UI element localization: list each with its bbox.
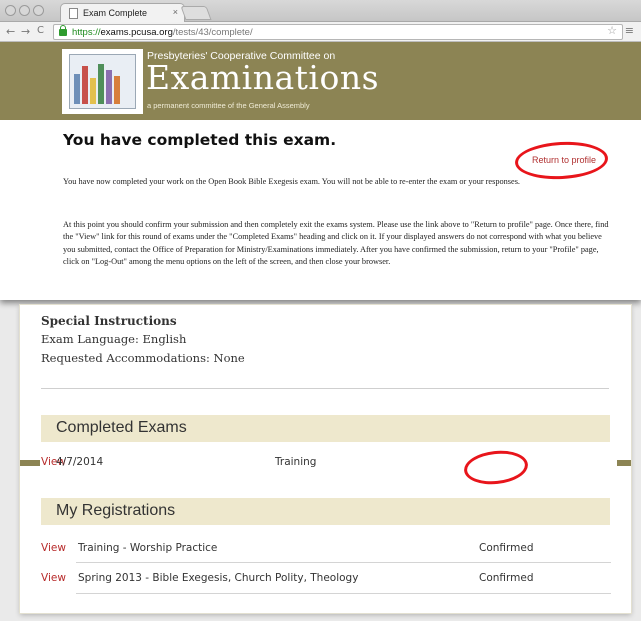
tab-close-icon[interactable]: × <box>173 7 178 17</box>
tab-title: Exam Complete <box>83 8 148 18</box>
url-path: /tests/43/complete/ <box>172 27 253 38</box>
registration-status: Confirmed <box>479 542 534 554</box>
divider <box>41 388 609 389</box>
url-domain: exams.pcusa.org <box>100 27 173 38</box>
lock-icon <box>59 25 67 36</box>
url-input[interactable]: https://exams.pcusa.org/tests/43/complet… <box>53 24 623 40</box>
banner-tagline: a permanent committee of the General Ass… <box>147 101 310 110</box>
tab-exam-complete[interactable]: Exam Complete × <box>60 3 185 22</box>
table-row: Spring 2013 - Bible Exegesis, Church Pol… <box>41 572 610 584</box>
completed-exams-heading: Completed Exams <box>41 415 610 442</box>
my-registrations-heading: My Registrations <box>41 498 610 525</box>
banner-edge-right <box>617 460 631 466</box>
requested-accommodations: Requested Accommodations: None <box>41 351 245 365</box>
tab-bar: Exam Complete × <box>0 0 641 22</box>
exam-date: 4/7/2014 <box>56 456 104 468</box>
highlight-circle <box>462 447 530 488</box>
banner-edge-left <box>20 460 40 466</box>
books-logo-image <box>69 54 136 109</box>
minimize-window-button[interactable] <box>19 5 30 16</box>
exam-language: Exam Language: English <box>41 332 187 346</box>
page-title: You have completed this exam. <box>63 131 337 149</box>
url-scheme: https:// <box>72 27 101 38</box>
exam-name: Training <box>275 456 317 468</box>
view-registration-link[interactable]: View <box>41 572 66 584</box>
reload-icon[interactable]: C <box>37 25 44 36</box>
new-tab-button[interactable] <box>180 6 212 20</box>
window-controls <box>5 5 44 16</box>
registration-name: Spring 2013 - Bible Exegesis, Church Pol… <box>78 572 359 584</box>
row-separator <box>76 562 611 563</box>
browser-window: Exam Complete × ← → C https://exams.pcus… <box>0 0 641 300</box>
menu-icon[interactable]: ≡ <box>625 24 634 37</box>
bookmark-star-icon[interactable]: ☆ <box>607 24 617 37</box>
site-banner: Presbyteries' Cooperative Committee on E… <box>0 42 641 120</box>
zoom-window-button[interactable] <box>33 5 44 16</box>
page-icon <box>69 8 78 19</box>
close-window-button[interactable] <box>5 5 16 16</box>
table-row: Training - Worship Practice Confirmed Vi… <box>41 542 610 554</box>
instructions-paragraph: At this point you should confirm your su… <box>63 220 609 266</box>
profile-page: Special Instructions Exam Language: Engl… <box>20 305 631 613</box>
banner-title: Examinations <box>146 58 380 97</box>
address-bar: ← → C https://exams.pcusa.org/tests/43/c… <box>0 22 641 42</box>
registration-name: Training - Worship Practice <box>78 542 218 554</box>
forward-icon[interactable]: → <box>21 25 30 38</box>
special-instructions-heading: Special Instructions <box>41 314 177 328</box>
row-separator <box>76 593 611 594</box>
site-logo[interactable] <box>62 49 143 114</box>
completion-notice: You have now completed your work on the … <box>63 177 521 186</box>
registration-status: Confirmed <box>479 572 534 584</box>
view-registration-link[interactable]: View <box>41 542 66 554</box>
back-icon[interactable]: ← <box>6 25 15 38</box>
